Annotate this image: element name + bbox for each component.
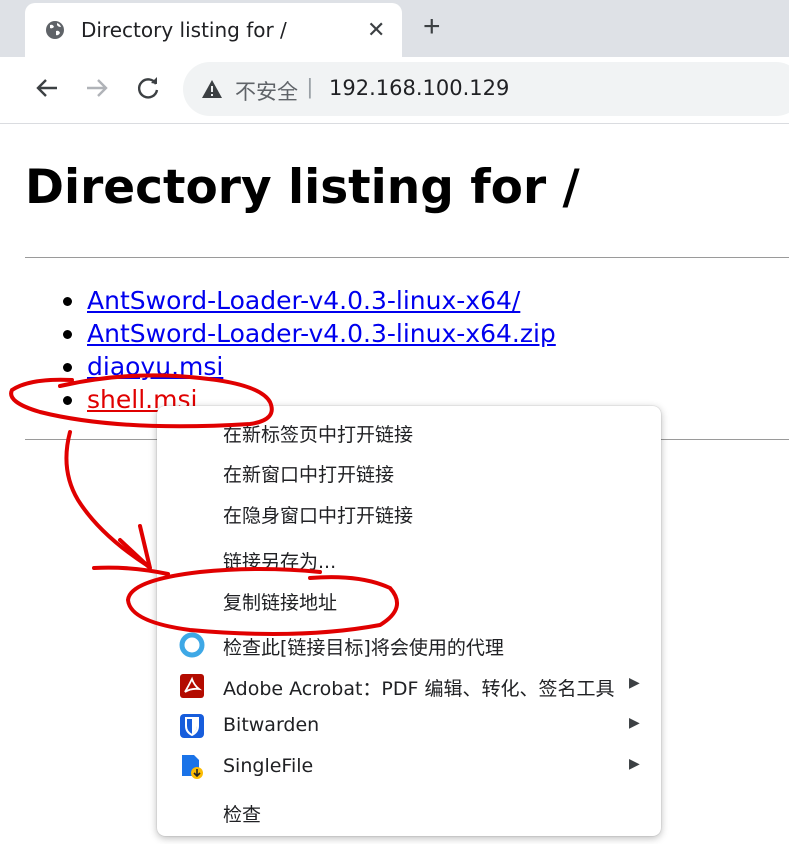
list-item: diaoyu.msi bbox=[25, 350, 556, 383]
divider-top bbox=[25, 257, 789, 258]
menu-item-open-new-tab[interactable]: 在新标签页中打开链接 bbox=[157, 412, 661, 452]
adobe-acrobat-icon bbox=[180, 674, 204, 698]
menu-item-label: 在隐身窗口中打开链接 bbox=[223, 505, 414, 527]
menu-item-label: 复制链接地址 bbox=[223, 592, 338, 614]
list-item: AntSword-Loader-v4.0.3-linux-x64/ bbox=[25, 284, 556, 317]
page-title: Directory listing for / bbox=[25, 160, 580, 215]
submenu-arrow-icon: ▶ bbox=[629, 755, 640, 771]
menu-item-label: Bitwarden bbox=[223, 714, 320, 736]
bullet bbox=[63, 396, 72, 405]
menu-item-bitwarden[interactable]: Bitwarden ▶ bbox=[157, 706, 661, 746]
file-link-antsword-folder[interactable]: AntSword-Loader-v4.0.3-linux-x64/ bbox=[87, 286, 520, 315]
browser-tab[interactable]: Directory listing for / ✕ bbox=[25, 3, 402, 57]
menu-item-label: 检查此[链接目标]将会使用的代理 bbox=[223, 637, 504, 659]
menu-item-copy-link-address[interactable]: 复制链接地址 bbox=[157, 580, 661, 620]
tab-title: Directory listing for / bbox=[81, 18, 287, 42]
bullet bbox=[63, 330, 72, 339]
menu-item-label: 检查 bbox=[223, 804, 262, 826]
tab-close-icon[interactable]: ✕ bbox=[367, 19, 385, 41]
file-link-diaoyu-msi[interactable]: diaoyu.msi bbox=[87, 352, 223, 381]
globe-icon bbox=[46, 21, 64, 39]
warning-icon[interactable] bbox=[201, 79, 223, 99]
file-list: AntSword-Loader-v4.0.3-linux-x64/ AntSwo… bbox=[25, 284, 556, 416]
submenu-arrow-icon: ▶ bbox=[629, 714, 640, 730]
annotation-arrowhead bbox=[118, 524, 152, 570]
omnibox-separator: | bbox=[307, 74, 313, 99]
menu-item-label: 在新标签页中打开链接 bbox=[223, 424, 414, 446]
menu-item-adobe-acrobat[interactable]: Adobe Acrobat：PDF 编辑、转化、签名工具 ▶ bbox=[157, 666, 661, 706]
singlefile-icon bbox=[182, 755, 203, 779]
tab-strip: Directory listing for / ✕ + bbox=[0, 0, 789, 57]
menu-item-open-new-window[interactable]: 在新窗口中打开链接 bbox=[157, 452, 661, 492]
submenu-arrow-icon: ▶ bbox=[629, 674, 640, 690]
menu-item-label: 链接另存为... bbox=[223, 551, 337, 573]
security-label[interactable]: 不安全 bbox=[235, 76, 298, 106]
file-link-antsword-zip[interactable]: AntSword-Loader-v4.0.3-linux-x64.zip bbox=[87, 319, 556, 348]
menu-item-label: SingleFile bbox=[223, 755, 314, 777]
bitwarden-shield-icon bbox=[180, 714, 204, 738]
menu-item-label: Adobe Acrobat：PDF 编辑、转化、签名工具 bbox=[223, 678, 615, 700]
context-menu: 在新标签页中打开链接 在新窗口中打开链接 在隐身窗口中打开链接 链接另存为...… bbox=[157, 406, 661, 836]
reload-button[interactable] bbox=[133, 73, 163, 103]
menu-item-label: 在新窗口中打开链接 bbox=[223, 464, 395, 486]
menu-item-singlefile[interactable]: SingleFile ▶ bbox=[157, 747, 661, 787]
bullet bbox=[63, 297, 72, 306]
url-text[interactable]: 192.168.100.129 bbox=[329, 76, 509, 100]
menu-item-open-incognito[interactable]: 在隐身窗口中打开链接 bbox=[157, 493, 661, 533]
list-item: AntSword-Loader-v4.0.3-linux-x64.zip bbox=[25, 317, 556, 350]
bullet bbox=[63, 363, 72, 372]
annotation-arrow-curve bbox=[64, 430, 150, 568]
menu-item-inspect[interactable]: 检查 bbox=[157, 792, 661, 832]
back-button[interactable] bbox=[32, 73, 62, 103]
address-bar[interactable]: 不安全 | 192.168.100.129 bbox=[183, 62, 789, 116]
forward-button[interactable] bbox=[82, 73, 112, 103]
menu-item-check-proxy[interactable]: 检查此[链接目标]将会使用的代理 bbox=[157, 625, 661, 665]
toolbar: 不安全 | 192.168.100.129 bbox=[0, 57, 789, 124]
menu-item-save-link-as[interactable]: 链接另存为... bbox=[157, 539, 661, 579]
proxy-circle-icon bbox=[179, 632, 205, 658]
new-tab-button[interactable]: + bbox=[423, 10, 441, 44]
